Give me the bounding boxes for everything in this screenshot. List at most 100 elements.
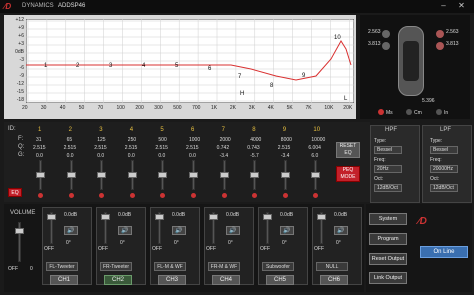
master-volume-knob[interactable] <box>15 228 24 234</box>
system-button[interactable]: System <box>369 213 407 225</box>
band-freq[interactable]: 31 <box>36 137 42 143</box>
band-slider-knob[interactable] <box>189 172 198 178</box>
hpf-type-select[interactable]: Bessel <box>374 146 402 154</box>
band-freq[interactable]: 8000 <box>281 137 292 143</box>
reset-eq-button[interactable]: RESET EQ <box>336 142 360 158</box>
band-bypass-dot[interactable] <box>282 193 288 198</box>
channel-phase[interactable]: 0° <box>120 240 125 246</box>
band-q[interactable]: 2.515 <box>94 145 107 151</box>
eq-point-label[interactable]: 1 <box>44 63 47 69</box>
speaker-fr-icon[interactable] <box>436 30 444 38</box>
channel-name-select[interactable]: Subwoofer <box>262 262 294 271</box>
channel-button[interactable]: CH5 <box>266 275 294 285</box>
band-slider-knob[interactable] <box>127 172 137 178</box>
lpf-type-select[interactable]: Bessel <box>430 146 458 154</box>
unit-in-radio[interactable] <box>436 109 442 115</box>
band-freq[interactable]: 2000 <box>220 137 231 143</box>
eq-point-label[interactable]: 4 <box>142 63 145 69</box>
reset-output-button[interactable]: Reset Output <box>369 253 407 265</box>
channel-phase[interactable]: 0° <box>66 240 71 246</box>
channel-phase[interactable]: 0° <box>174 240 179 246</box>
hpf-freq-input[interactable]: 20Hz <box>374 165 402 173</box>
channel-fader-knob[interactable] <box>263 214 272 220</box>
band-freq[interactable]: 65 <box>67 137 73 143</box>
speaker-fl2-icon[interactable] <box>382 42 390 50</box>
eq-point-label[interactable]: L <box>344 96 347 102</box>
band-slider-knob[interactable] <box>66 172 76 178</box>
eq-point-label[interactable]: 5 <box>175 63 178 69</box>
band-slider-knob[interactable] <box>219 172 229 178</box>
eq-point-label[interactable]: 7 <box>238 74 241 80</box>
speaker-mute-icon[interactable]: 🔊 <box>118 226 132 235</box>
band-freq[interactable]: 1000 <box>189 137 200 143</box>
unit-ms-radio[interactable] <box>378 109 384 115</box>
band-slider-knob[interactable] <box>36 172 45 178</box>
band-slider-knob[interactable] <box>311 172 321 178</box>
on-line-status[interactable]: On Line <box>420 246 468 258</box>
eq-point-label[interactable]: 10 <box>334 35 341 41</box>
band-freq[interactable]: 250 <box>128 137 136 143</box>
channel-fader-knob[interactable] <box>317 214 326 220</box>
band-gain[interactable]: 0.0 <box>128 153 135 159</box>
band-bypass-dot[interactable] <box>191 193 196 198</box>
channel-name-select[interactable]: FL-Tweeter <box>46 262 78 271</box>
band-q[interactable]: 2.515 <box>125 145 138 151</box>
lpf-oct-select[interactable]: 12dB/Oct <box>430 184 458 192</box>
band-slider-knob[interactable] <box>280 172 290 178</box>
channel-name-select[interactable]: FL-M & WF <box>154 262 186 271</box>
peq-mode-button[interactable]: PEQ MODE <box>336 166 360 182</box>
band-gain[interactable]: 0.0 <box>189 153 196 159</box>
eq-button[interactable]: EQ <box>8 188 22 197</box>
band-gain[interactable]: 0.0 <box>158 153 165 159</box>
eq-point-label[interactable]: 3 <box>109 63 112 69</box>
band-gain[interactable]: 6.0 <box>311 153 318 159</box>
channel-button[interactable]: CH6 <box>320 275 348 285</box>
band-freq[interactable]: 500 <box>158 137 166 143</box>
channel-button[interactable]: CH3 <box>158 275 186 285</box>
band-q[interactable]: 2.515 <box>186 145 199 151</box>
program-button[interactable]: Program <box>369 233 407 245</box>
band-gain[interactable]: -3.4 <box>220 153 229 159</box>
lpf-freq-input[interactable]: 20000Hz <box>430 165 458 173</box>
band-bypass-dot[interactable] <box>68 193 74 198</box>
band-gain[interactable]: 0.0 <box>36 153 43 159</box>
band-bypass-dot[interactable] <box>129 193 135 198</box>
band-bypass-dot[interactable] <box>221 193 227 198</box>
band-q[interactable]: 0.743 <box>247 145 260 151</box>
band-gain[interactable]: 0.0 <box>67 153 74 159</box>
band-q[interactable]: 2.515 <box>64 145 77 151</box>
minimize-icon[interactable]: – <box>438 1 449 11</box>
channel-button[interactable]: CH4 <box>212 275 240 285</box>
eq-point-label[interactable]: 9 <box>302 73 305 79</box>
channel-phase[interactable]: 0° <box>282 240 287 246</box>
eq-point-label[interactable]: 2 <box>76 63 79 69</box>
speaker-mute-icon[interactable]: 🔊 <box>226 226 240 235</box>
speaker-mute-icon[interactable]: 🔊 <box>334 226 348 235</box>
band-q[interactable]: 2.515 <box>155 145 168 151</box>
channel-fader-knob[interactable] <box>209 214 218 220</box>
speaker-mute-icon[interactable]: 🔊 <box>280 226 294 235</box>
eq-graph[interactable] <box>26 19 354 103</box>
unit-cm-radio[interactable] <box>406 109 412 115</box>
eq-point-label[interactable]: 8 <box>270 83 273 89</box>
band-q[interactable]: 6.004 <box>308 145 321 151</box>
speaker-mute-icon[interactable]: 🔊 <box>64 226 78 235</box>
channel-fader-knob[interactable] <box>47 214 56 220</box>
band-slider-knob[interactable] <box>97 172 107 178</box>
channel-name-select[interactable]: FR-Tweeter <box>100 262 132 271</box>
link-output-button[interactable]: Link Output <box>369 272 407 284</box>
band-slider-knob[interactable] <box>250 172 260 178</box>
channel-button[interactable]: CH1 <box>50 275 78 285</box>
band-q[interactable]: 2.515 <box>278 145 291 151</box>
band-slider-knob[interactable] <box>158 172 168 178</box>
speaker-fl-icon[interactable] <box>382 30 390 38</box>
hpf-oct-select[interactable]: 12dB/Oct <box>374 184 402 192</box>
channel-phase[interactable]: 0° <box>336 240 341 246</box>
channel-fader-knob[interactable] <box>101 214 110 220</box>
eq-point-label[interactable]: H <box>240 91 244 97</box>
channel-name-select[interactable]: FR-M & WF <box>208 262 240 271</box>
eq-point-label[interactable]: 6 <box>208 66 211 72</box>
speaker-fr2-icon[interactable] <box>436 42 444 50</box>
band-q[interactable]: 0.742 <box>217 145 230 151</box>
speaker-mute-icon[interactable]: 🔊 <box>172 226 186 235</box>
